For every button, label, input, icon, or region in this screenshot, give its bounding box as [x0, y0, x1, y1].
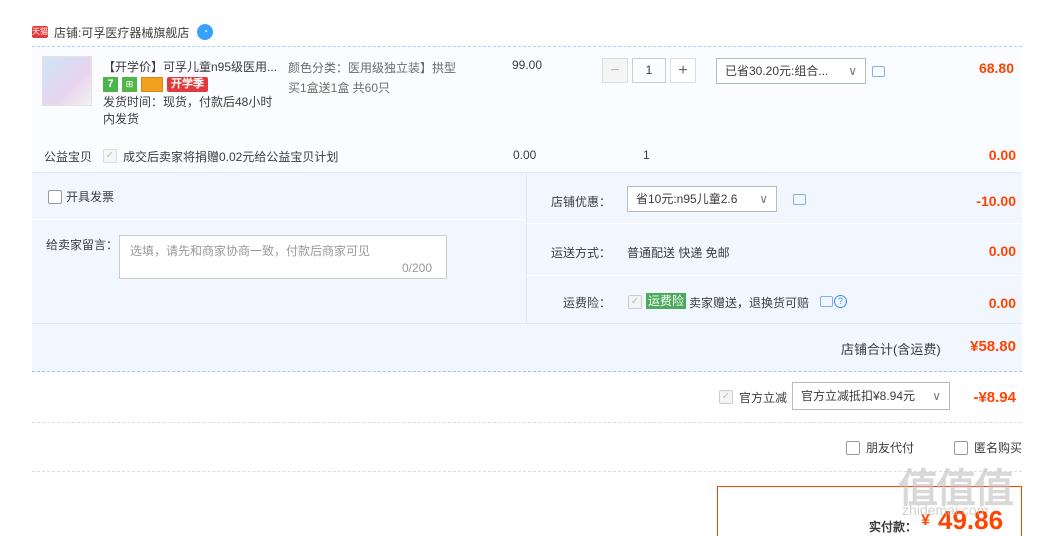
seller-note-textarea[interactable]: 选填，请先和商家协商一致，付款后商家可见	[119, 235, 447, 279]
unit-price: 99.00	[512, 58, 543, 72]
item-promo-select[interactable]: 已省30.20元:组合... ∨	[716, 58, 866, 84]
charity-label: 公益宝贝	[44, 150, 93, 164]
item-total: 68.80	[978, 60, 1014, 76]
charity-price: 0.00	[513, 148, 537, 162]
delivery-method: 普通配送 快递 免邮	[627, 246, 730, 260]
insurance-amount: 0.00	[988, 295, 1016, 311]
wangwang-chat-icon[interactable]: ◔	[197, 24, 214, 40]
shop-name-link[interactable]: 可孚医疗器械旗舰店	[81, 24, 189, 41]
shop-total-value: ¥58.80	[970, 338, 1016, 355]
seven-day-return-icon: 7	[103, 77, 118, 92]
guarantee-icon: ⊞	[122, 77, 137, 92]
shop-discount-amount: -10.00	[976, 193, 1016, 209]
shop-total-label: 店铺合计(含运费)	[841, 342, 941, 357]
help-icon[interactable]: ?	[834, 295, 847, 308]
sku-line-1: 颜色分类：医用级独立装】拱型	[288, 61, 457, 75]
shop-header: 天猫 店铺: 可孚医疗器械旗舰店 ◔	[32, 22, 214, 42]
friend-pay-label: 朋友代付	[866, 441, 915, 455]
season-badge: 开学季	[167, 77, 208, 92]
note-label: 给卖家留言：	[46, 238, 119, 252]
sku-info: 颜色分类：医用级独立装】拱型 买1盒送1盒 共60只	[288, 58, 463, 98]
ship-time: 发货时间：现货，付款后48小时内发货	[103, 95, 273, 126]
friend-pay-checkbox[interactable]	[846, 440, 860, 455]
charity-checkbox: ✓	[103, 149, 117, 163]
anonymous-label: 匿名购买	[974, 441, 1023, 455]
shop-discount-value: 省10元:n95儿童2.6	[636, 192, 738, 206]
charity-total: 0.00	[988, 147, 1016, 163]
promo-message-icon[interactable]	[872, 66, 885, 77]
chevron-down-icon: ∨	[932, 389, 941, 403]
shop-discount-label: 店铺优惠：	[551, 195, 612, 209]
sku-line-2: 买1盒送1盒 共60只	[288, 81, 391, 95]
quantity-input[interactable]: 1	[632, 58, 666, 83]
shop-label: 店铺:	[54, 25, 82, 40]
increase-button[interactable]: +	[670, 58, 696, 83]
invoice-checkbox[interactable]	[48, 189, 62, 204]
product-title-link[interactable]: 【开学价】可孚儿童n95级医用...	[103, 58, 283, 75]
delivery-amount: 0.00	[988, 243, 1016, 259]
delivery-label: 运送方式：	[551, 246, 612, 260]
invoice-option[interactable]: 开具发票	[48, 188, 114, 205]
anonymous-option[interactable]: 匿名购买	[954, 439, 1022, 456]
divider	[32, 422, 1022, 423]
charity-text: 成交后卖家将捐赠0.02元给公益宝贝计划	[123, 150, 339, 164]
options-row-divider	[526, 223, 1022, 224]
official-discount-select[interactable]: 官方立减抵扣¥8.94元 ∨	[792, 382, 950, 410]
quantity-stepper: − 1 +	[602, 58, 696, 83]
discount-message-icon[interactable]	[793, 194, 806, 205]
charity-qty: 1	[643, 148, 650, 162]
tmall-badge: 天猫	[32, 26, 48, 38]
official-discount-value: 官方立减抵扣¥8.94元	[801, 389, 916, 403]
product-thumbnail[interactable]	[42, 56, 92, 106]
shop-discount-select[interactable]: 省10元:n95儿童2.6 ∨	[627, 186, 777, 212]
invoice-label: 开具发票	[66, 190, 115, 204]
official-discount-checkbox: ✓	[719, 390, 733, 404]
options-divider	[526, 172, 527, 324]
note-char-count: 0/200	[402, 261, 433, 275]
item-promo-value: 已省30.20元:组合...	[725, 64, 829, 78]
official-discount-amount: -¥8.94	[973, 389, 1016, 406]
options-left-divider	[32, 219, 526, 220]
anonymous-checkbox[interactable]	[954, 440, 968, 455]
official-discount-label: 官方立减	[739, 391, 788, 405]
friend-pay-option[interactable]: 朋友代付	[846, 439, 914, 456]
divider	[32, 471, 1022, 472]
credit-card-icon	[141, 77, 163, 92]
options-row-divider	[526, 275, 1022, 276]
payment-label: 实付款：	[869, 520, 918, 534]
insurance-label: 运费险：	[563, 296, 612, 310]
insurance-tag: 运费险	[646, 293, 687, 309]
product-badges: 7 ⊞ 开学季	[103, 77, 208, 92]
insurance-message-icon[interactable]	[820, 296, 833, 307]
insurance-checkbox: ✓	[628, 295, 642, 309]
decrease-button[interactable]: −	[602, 58, 628, 83]
chevron-down-icon: ∨	[759, 192, 768, 206]
insurance-text: 卖家赠送，退换货可赔	[689, 296, 810, 310]
note-placeholder: 选填，请先和商家协商一致，付款后商家可见	[130, 244, 371, 258]
watermark-url: zhidemai.com	[902, 502, 989, 518]
chevron-down-icon: ∨	[848, 64, 857, 78]
